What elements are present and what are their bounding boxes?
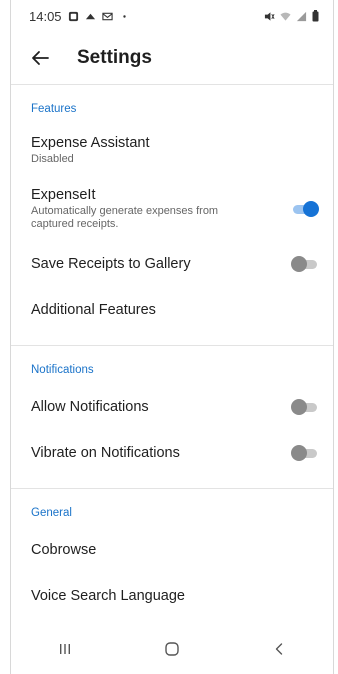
- status-time: 14:05: [29, 8, 62, 24]
- setting-title: Vibrate on Notifications: [31, 445, 180, 461]
- status-left: 14:05: [29, 9, 130, 24]
- setting-save-receipts[interactable]: Save Receipts to Gallery: [11, 241, 333, 287]
- home-icon: [165, 642, 179, 656]
- wifi-icon: [280, 12, 291, 21]
- status-bar: 14:05: [11, 0, 333, 32]
- signal-icon: [296, 11, 307, 21]
- page-title: Settings: [77, 47, 152, 68]
- system-nav-bar: [11, 624, 333, 674]
- setting-cobrowse[interactable]: Cobrowse: [11, 527, 333, 573]
- setting-subtitle: Automatically generate expenses from cap…: [31, 205, 219, 230]
- notification-icon: [68, 11, 78, 21]
- section-header-features: Features: [31, 103, 77, 115]
- arrow-left-icon: [32, 51, 49, 65]
- setting-title: Expense Assistant: [31, 134, 150, 151]
- battery-icon: [312, 10, 319, 22]
- vibrate-notifications-toggle[interactable]: [291, 444, 319, 462]
- setting-voice-search-language[interactable]: Voice Search Language: [11, 573, 333, 619]
- setting-title: Allow Notifications: [31, 399, 149, 415]
- setting-title: Additional Features: [31, 302, 156, 318]
- cloud-icon: [85, 13, 95, 19]
- recent-apps-icon: [59, 644, 70, 654]
- home-button[interactable]: [152, 634, 192, 664]
- setting-title: Cobrowse: [31, 542, 97, 558]
- setting-vibrate-notifications[interactable]: Vibrate on Notifications: [11, 430, 333, 476]
- system-back-button[interactable]: [259, 634, 299, 664]
- section-header-general: General: [31, 507, 72, 519]
- setting-title: Save Receipts to Gallery: [31, 256, 191, 272]
- setting-title: Voice Search Language: [31, 588, 185, 604]
- chevron-left-icon: [276, 643, 283, 655]
- dot-icon: [122, 14, 126, 18]
- setting-expense-assistant[interactable]: Expense Assistant Disabled: [11, 123, 333, 177]
- setting-expenseit[interactable]: ExpenseIt Automatically generate expense…: [11, 177, 333, 241]
- recent-apps-button[interactable]: [45, 634, 85, 664]
- back-button[interactable]: [27, 45, 53, 71]
- save-receipts-toggle[interactable]: [291, 255, 319, 273]
- setting-title: ExpenseIt: [31, 187, 96, 203]
- mute-icon: [264, 11, 275, 21]
- status-right: [264, 10, 319, 22]
- allow-notifications-toggle[interactable]: [291, 398, 319, 416]
- setting-allow-notifications[interactable]: Allow Notifications: [11, 384, 333, 430]
- phone-screen: 14:05 Settings Features Expense Assistan…: [10, 0, 334, 674]
- app-bar: Settings: [11, 32, 333, 84]
- setting-additional-features[interactable]: Additional Features: [11, 287, 333, 333]
- settings-list[interactable]: Features Expense Assistant Disabled Expe…: [11, 84, 333, 624]
- mail-icon: [101, 12, 113, 20]
- expenseit-toggle[interactable]: [291, 200, 319, 218]
- setting-subtitle: Disabled: [31, 152, 74, 165]
- section-header-notifications: Notifications: [31, 364, 94, 376]
